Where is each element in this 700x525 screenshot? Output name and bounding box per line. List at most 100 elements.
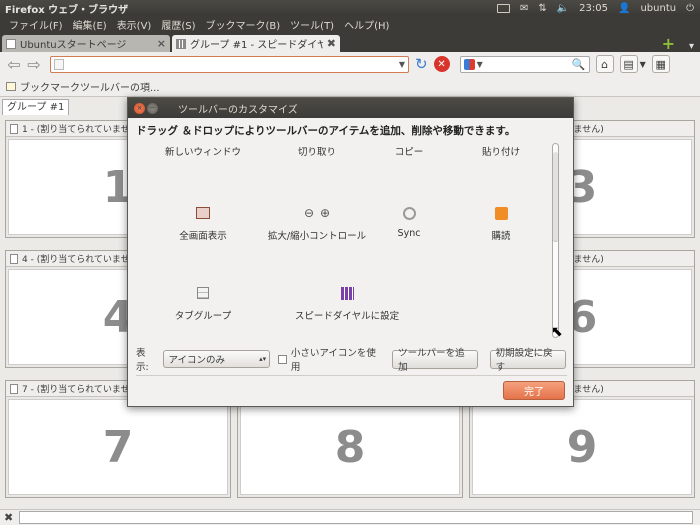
- rss-icon: [494, 206, 508, 220]
- palette-icon-row: [148, 284, 258, 302]
- menu-history[interactable]: 履歴(S): [156, 17, 200, 32]
- group-tab[interactable]: グループ #1: [2, 99, 70, 115]
- navigation-bar: ⇦ ⇨ ▼ ↻ ✕ ▼ 🔍 ⌂ ▤ ▼ ▦: [0, 52, 700, 76]
- user-icon: 👤: [618, 2, 631, 14]
- search-input[interactable]: [482, 58, 572, 70]
- add-toolbar-button[interactable]: ツールバーを追加: [392, 348, 478, 373]
- close-icon[interactable]: ×: [157, 37, 166, 50]
- dialog-instructions: ドラッグ ＆ドロップによりツールバーのアイテムを追加、削除や移動できます。: [136, 125, 516, 137]
- menu-bookmarks[interactable]: ブックマーク(B): [201, 17, 286, 32]
- url-bar[interactable]: ▼: [50, 55, 409, 73]
- dial-thumbnail[interactable]: 9: [472, 399, 692, 495]
- show-select-value: アイコンのみ: [168, 355, 226, 366]
- dialog-title: ツールバーのカスタマイズ: [178, 104, 298, 116]
- status-bar: ✖: [0, 509, 700, 525]
- new-tab-button[interactable]: +: [662, 36, 675, 52]
- close-icon[interactable]: ✖: [4, 511, 13, 524]
- small-icons-label: 小さいアイコンを使用: [290, 348, 376, 373]
- forward-button[interactable]: ⇨: [24, 55, 44, 74]
- palette-tab-groups[interactable]: タブグループ: [148, 284, 258, 322]
- chevron-down-icon[interactable]: ▼: [640, 60, 646, 69]
- zoom-out-icon: ⊖: [303, 206, 314, 220]
- volume-icon[interactable]: 🔈: [557, 3, 569, 14]
- minimize-icon[interactable]: −: [147, 102, 158, 114]
- dial-thumbnail[interactable]: 8: [240, 399, 460, 495]
- palette-new-window[interactable]: 新しいウィンドウ: [148, 144, 258, 158]
- back-button[interactable]: ⇦: [4, 55, 24, 74]
- menu-tools[interactable]: ツール(T): [285, 17, 339, 32]
- palette-label: 全画面表示: [179, 231, 227, 242]
- menu-view[interactable]: 表示(V): [112, 17, 157, 32]
- palette-label: 切り取り: [297, 147, 336, 158]
- checkbox-box[interactable]: [278, 354, 287, 364]
- scrollbar-thumb[interactable]: [553, 152, 558, 242]
- show-label: 表示:: [136, 348, 149, 373]
- bookmarks-menu-button[interactable]: ▤: [619, 55, 638, 73]
- stop-button[interactable]: ✕: [433, 56, 450, 72]
- bookmark-folder-icon: [6, 81, 16, 91]
- palette-fullscreen[interactable]: 全画面表示: [148, 204, 258, 242]
- find-input[interactable]: [19, 511, 694, 524]
- document-icon: [10, 253, 18, 264]
- chevron-updown-icon: ▴▾: [259, 355, 267, 363]
- tab-ubuntu-start[interactable]: Ubuntuスタートページ ×: [2, 35, 170, 52]
- tab-list-button[interactable]: ▾: [689, 41, 694, 52]
- fullscreen-icon: [196, 207, 210, 219]
- bookmarks-toolbar: ブックマークツールバーの項...: [0, 76, 700, 96]
- palette-paste[interactable]: 貼り付け: [446, 144, 556, 158]
- document-icon: [10, 123, 18, 134]
- menu-file[interactable]: ファイル(F): [4, 17, 68, 32]
- palette-icon-row: [446, 204, 556, 222]
- show-select[interactable]: アイコンのみ ▴▾: [163, 350, 271, 368]
- close-icon[interactable]: ✖: [327, 37, 336, 50]
- document-icon: [10, 383, 18, 394]
- url-input[interactable]: [68, 58, 399, 70]
- palette-label: Sync: [397, 228, 421, 239]
- palette-subscribe[interactable]: 購読: [446, 204, 556, 242]
- close-icon[interactable]: ×: [134, 102, 145, 114]
- search-icon[interactable]: 🔍: [572, 58, 586, 71]
- palette-scrollbar[interactable]: [552, 143, 559, 338]
- palette-speed-dial[interactable]: スピードダイヤルに設定: [277, 284, 417, 322]
- small-icons-checkbox[interactable]: 小さいアイコンを使用: [278, 345, 382, 373]
- separator: [136, 375, 567, 376]
- sync-icon: [402, 206, 416, 220]
- tab-groups-icon: [197, 287, 209, 299]
- keyboard-icon[interactable]: [496, 3, 510, 13]
- speed-dial-icon: [176, 38, 186, 49]
- restore-defaults-button[interactable]: 初期設定に戻す: [489, 348, 566, 373]
- network-icon[interactable]: ⇅: [538, 3, 546, 14]
- bookmarks-toolbar-item[interactable]: ブックマークツールバーの項...: [20, 79, 160, 94]
- dial-thumbnail[interactable]: 7: [8, 399, 228, 495]
- menu-help[interactable]: ヘルプ(H): [339, 17, 394, 32]
- menu-edit[interactable]: 編集(E): [68, 17, 112, 32]
- dialog-titlebar[interactable]: × − ツールバーのカスタマイズ: [128, 98, 573, 118]
- menu-bar: ファイル(F) 編集(E) 表示(V) 履歴(S) ブックマーク(B) ツール(…: [0, 16, 700, 33]
- palette-label: 拡大/縮小コントロール: [267, 231, 367, 242]
- page-icon: [6, 38, 16, 49]
- clock[interactable]: 23:05: [579, 3, 608, 14]
- tab-speed-dial[interactable]: グループ #1 - スピードダイヤル ✖: [172, 35, 340, 52]
- mail-icon[interactable]: ✉: [520, 3, 528, 14]
- power-icon[interactable]: ⏻: [686, 3, 694, 14]
- speed-dial-icon: [340, 286, 354, 300]
- chevron-down-icon[interactable]: ▼: [399, 60, 405, 69]
- dial-number: 9: [566, 421, 598, 473]
- home-button[interactable]: ⌂: [595, 55, 614, 73]
- mouse-cursor-icon: ⬉: [551, 324, 563, 340]
- reload-button[interactable]: ↻: [415, 55, 428, 73]
- indicators: ✉ ⇅ 🔈 23:05 👤 ubuntu ⏻: [496, 2, 700, 14]
- dial-title: (ません): [570, 385, 604, 395]
- app-title: Firefox ウェブ・ブラウザ: [5, 4, 129, 16]
- dialog-controls: 表示: アイコンのみ ▴▾ 小さいアイコンを使用 ツールバーを追加 初期設定に戻…: [136, 348, 566, 373]
- palette-label: タブグループ: [174, 311, 232, 322]
- top-panel: Firefox ウェブ・ブラウザ ✉ ⇅ 🔈 23:05 👤 ubuntu ⏻: [0, 0, 700, 16]
- search-engine-icon[interactable]: [463, 58, 475, 70]
- palette-label: コピー: [394, 147, 424, 158]
- done-button[interactable]: 完了: [503, 381, 565, 400]
- search-bar[interactable]: ▼ 🔍: [459, 55, 590, 73]
- speed-dial-button[interactable]: ▦: [651, 55, 670, 73]
- user-name[interactable]: ubuntu: [640, 3, 676, 14]
- tab-label: Ubuntuスタートページ: [20, 40, 127, 51]
- palette-label: 購読: [491, 231, 511, 242]
